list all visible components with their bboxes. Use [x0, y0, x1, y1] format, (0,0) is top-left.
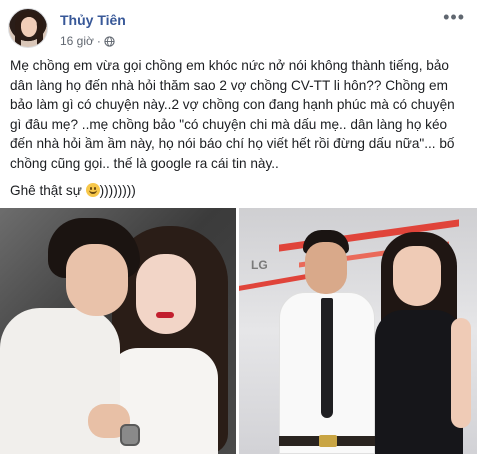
post-header: Thủy Tiên 16 giờ · •••	[8, 8, 469, 54]
photo-shape	[451, 318, 471, 428]
post-paragraph-2-suffix: ))))))))	[99, 183, 136, 198]
photo-grid: LG	[0, 208, 477, 454]
author-name[interactable]: Thủy Tiên	[60, 12, 126, 28]
watch-icon	[120, 424, 140, 446]
photo-couple-studio[interactable]	[0, 208, 236, 454]
photo-shape	[136, 254, 196, 334]
facebook-post: Thủy Tiên 16 giờ · ••• Mẹ chồng em vừa g…	[0, 0, 477, 454]
post-paragraph: Mẹ chồng em vừa gọi chồng em khóc nức nở…	[10, 58, 455, 171]
photo-shape	[393, 246, 441, 306]
photo-couple-event[interactable]: LG	[239, 208, 477, 454]
photo-shape	[375, 310, 463, 454]
photo-shape	[66, 244, 128, 316]
post-text: Mẹ chồng em vừa gọi chồng em khóc nức nở…	[10, 56, 468, 201]
photo-shape	[319, 435, 337, 447]
post-meta: 16 giờ ·	[60, 34, 115, 48]
photo-shape	[156, 312, 174, 318]
more-options-icon[interactable]: •••	[443, 8, 465, 26]
post-timestamp[interactable]: 16 giờ	[60, 34, 94, 48]
post-paragraph-2-text: Ghê thật sự	[10, 183, 86, 198]
avatar-face	[21, 17, 37, 37]
post-paragraph-2: Ghê thật sự ))))))))	[10, 181, 468, 201]
avatar[interactable]	[8, 8, 48, 48]
meta-separator: ·	[96, 34, 101, 48]
photo-shape	[321, 298, 333, 418]
smiling-emoji-icon	[85, 183, 100, 197]
photo-shape	[305, 242, 347, 294]
globe-icon[interactable]	[104, 35, 115, 47]
background-logo: LG	[251, 258, 268, 272]
